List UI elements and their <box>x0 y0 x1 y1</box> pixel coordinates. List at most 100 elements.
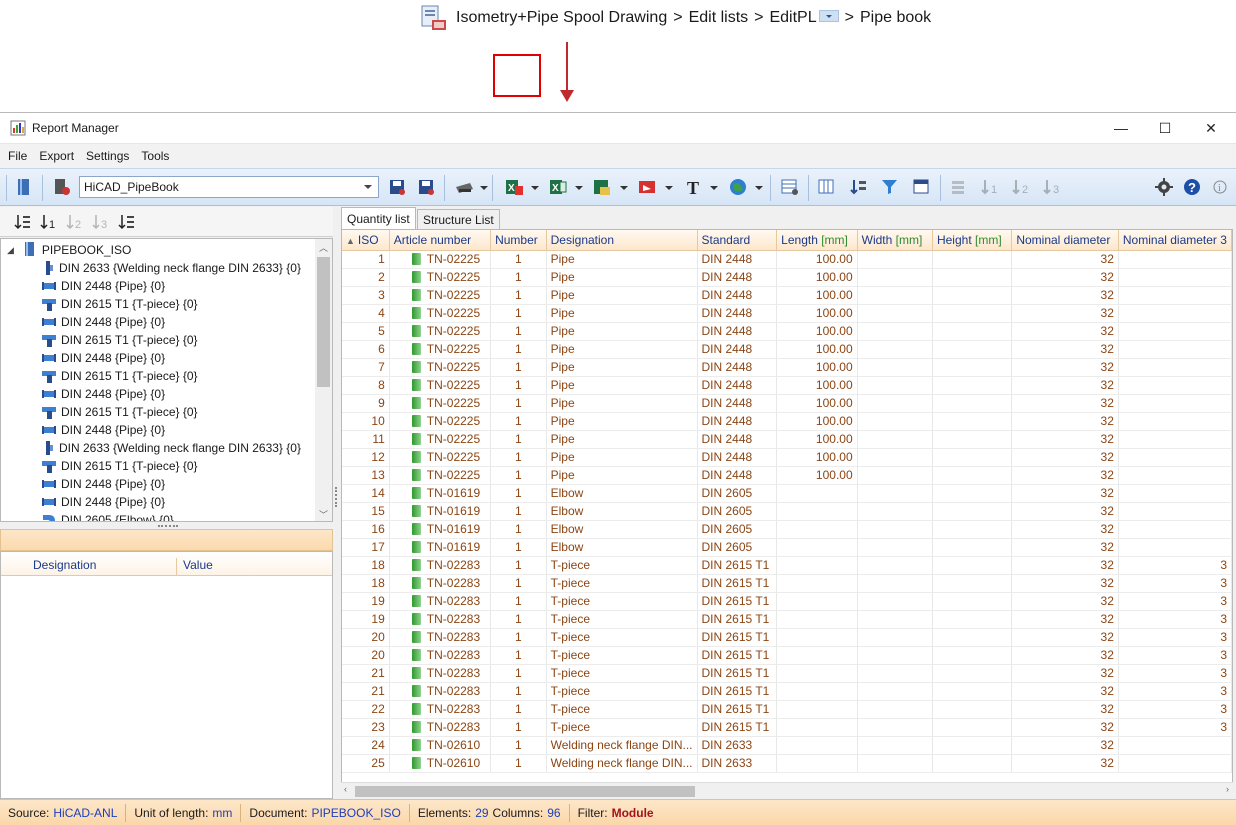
cell-designation[interactable]: T-piece <box>546 574 698 593</box>
cell-length[interactable] <box>776 574 858 593</box>
cell-width[interactable] <box>857 520 933 539</box>
cell-iso[interactable]: 13 <box>342 466 390 485</box>
cell-nominal-diameter[interactable]: 32 <box>1011 682 1119 701</box>
cell-length[interactable]: 100.00 <box>776 430 858 449</box>
cell-article-number[interactable]: TN-02225 <box>389 466 492 485</box>
cell-nominal-diameter[interactable]: 32 <box>1011 718 1119 737</box>
pipebook-icon[interactable] <box>12 176 36 198</box>
cell-number[interactable]: 1 <box>490 466 547 485</box>
cell-designation[interactable]: Elbow <box>546 538 698 557</box>
col-header-number[interactable]: Number <box>490 230 547 251</box>
table-row[interactable]: 20 TN-02283 1 T-piece DIN 2615 T1 32 3 <box>342 646 1232 665</box>
cell-standard[interactable]: DIN 2448 <box>697 340 778 359</box>
grouping-icon[interactable] <box>910 176 934 198</box>
cell-width[interactable] <box>857 466 933 485</box>
table-row[interactable]: 17 TN-01619 1 Elbow DIN 2605 32 <box>342 538 1232 557</box>
close-button[interactable]: ✕ <box>1188 113 1234 143</box>
cell-iso[interactable]: 8 <box>342 376 390 395</box>
table-row[interactable]: 24 TN-02610 1 Welding neck flange DIN... DIN… <box>342 736 1232 755</box>
cell-iso[interactable]: 23 <box>342 718 390 737</box>
cell-iso[interactable]: 18 <box>342 556 390 575</box>
cell-nominal-diameter[interactable]: 32 <box>1011 286 1119 305</box>
col-header-designation[interactable]: Designation <box>546 230 698 251</box>
cell-number[interactable]: 1 <box>490 646 547 665</box>
cell-nominal-diameter-3[interactable] <box>1118 466 1232 485</box>
settings-icon[interactable] <box>1152 176 1176 198</box>
cell-nominal-diameter[interactable]: 32 <box>1011 484 1119 503</box>
cell-width[interactable] <box>857 484 933 503</box>
cell-height[interactable] <box>932 394 1013 413</box>
tree-item[interactable]: DIN 2448 {Pipe} {0} <box>41 493 165 511</box>
tree-item[interactable]: DIN 2448 {Pipe} {0} <box>41 277 165 295</box>
cell-nominal-diameter[interactable]: 32 <box>1011 466 1119 485</box>
tree-item[interactable]: DIN 2615 T1 {T-piece} {0} <box>41 295 198 313</box>
col-header-nominal-diameter[interactable]: Nominal diameter <box>1011 230 1119 251</box>
col-header-height[interactable]: Height [mm] <box>932 230 1013 251</box>
cell-iso[interactable]: 11 <box>342 430 390 449</box>
cell-designation[interactable]: Elbow <box>546 484 698 503</box>
cell-length[interactable] <box>776 556 858 575</box>
cell-nominal-diameter-3[interactable]: 3 <box>1118 592 1232 611</box>
cell-nominal-diameter-3[interactable] <box>1118 322 1232 341</box>
cell-iso[interactable]: 21 <box>342 664 390 683</box>
cell-number[interactable]: 1 <box>490 736 547 755</box>
cell-nominal-diameter-3[interactable] <box>1118 736 1232 755</box>
web-icon[interactable] <box>726 176 750 198</box>
cell-nominal-diameter-3[interactable]: 3 <box>1118 574 1232 593</box>
cell-article-number[interactable]: TN-02283 <box>389 592 492 611</box>
cell-width[interactable] <box>857 430 933 449</box>
cell-standard[interactable]: DIN 2605 <box>697 538 778 557</box>
table-row[interactable]: 10 TN-02225 1 Pipe DIN 2448 100.00 32 <box>342 412 1232 431</box>
cell-height[interactable] <box>932 610 1013 629</box>
table-row[interactable]: 14 TN-01619 1 Elbow DIN 2605 32 <box>342 484 1232 503</box>
cell-article-number[interactable]: TN-02225 <box>389 304 492 323</box>
cell-iso[interactable]: 18 <box>342 574 390 593</box>
tree-item[interactable]: DIN 2633 {Welding neck flange DIN 2633} … <box>41 439 301 457</box>
table-row[interactable]: 18 TN-02283 1 T-piece DIN 2615 T1 32 3 <box>342 556 1232 575</box>
cell-width[interactable] <box>857 736 933 755</box>
cell-number[interactable]: 1 <box>490 718 547 737</box>
cell-nominal-diameter-3[interactable] <box>1118 520 1232 539</box>
cell-width[interactable] <box>857 556 933 575</box>
cell-width[interactable] <box>857 502 933 521</box>
cell-iso[interactable]: 21 <box>342 682 390 701</box>
cell-number[interactable]: 1 <box>490 556 547 575</box>
cell-number[interactable]: 1 <box>490 304 547 323</box>
cell-iso[interactable]: 1 <box>342 250 390 269</box>
cell-width[interactable] <box>857 646 933 665</box>
level-1-icon[interactable]: 1 <box>40 213 58 231</box>
cell-height[interactable] <box>932 448 1013 467</box>
table-row[interactable]: 20 TN-02283 1 T-piece DIN 2615 T1 32 3 <box>342 628 1232 647</box>
cell-nominal-diameter-3[interactable] <box>1118 430 1232 449</box>
cell-article-number[interactable]: TN-02283 <box>389 556 492 575</box>
cell-iso[interactable]: 15 <box>342 502 390 521</box>
cell-standard[interactable]: DIN 2448 <box>697 304 778 323</box>
cell-width[interactable] <box>857 304 933 323</box>
cell-article-number[interactable]: TN-02225 <box>389 448 492 467</box>
cell-standard[interactable]: DIN 2615 T1 <box>697 556 778 575</box>
cell-height[interactable] <box>932 592 1013 611</box>
cell-length[interactable] <box>776 592 858 611</box>
cell-width[interactable] <box>857 448 933 467</box>
col-header-article-number[interactable]: Article number <box>389 230 492 251</box>
table-row[interactable]: 3 TN-02225 1 Pipe DIN 2448 100.00 32 <box>342 286 1232 305</box>
cell-iso[interactable]: 25 <box>342 754 390 773</box>
cell-height[interactable] <box>932 412 1013 431</box>
cell-number[interactable]: 1 <box>490 574 547 593</box>
col-header-nominal-diameter-3[interactable]: Nominal diameter 3 <box>1118 230 1232 251</box>
cell-article-number[interactable]: TN-01619 <box>389 538 492 557</box>
cell-article-number[interactable]: TN-02225 <box>389 394 492 413</box>
cell-length[interactable]: 100.00 <box>776 304 858 323</box>
cell-article-number[interactable]: TN-02283 <box>389 610 492 629</box>
cell-nominal-diameter-3[interactable]: 3 <box>1118 682 1232 701</box>
table-settings-icon[interactable] <box>778 176 802 198</box>
cell-height[interactable] <box>932 664 1013 683</box>
cell-iso[interactable]: 14 <box>342 484 390 503</box>
cell-designation[interactable]: Pipe <box>546 340 698 359</box>
cell-number[interactable]: 1 <box>490 754 547 773</box>
scroll-up-icon[interactable]: ︿ <box>319 241 328 254</box>
maximize-button[interactable]: ☐ <box>1142 113 1188 143</box>
cell-standard[interactable]: DIN 2633 <box>697 754 778 773</box>
cell-number[interactable]: 1 <box>490 592 547 611</box>
cell-standard[interactable]: DIN 2448 <box>697 268 778 287</box>
